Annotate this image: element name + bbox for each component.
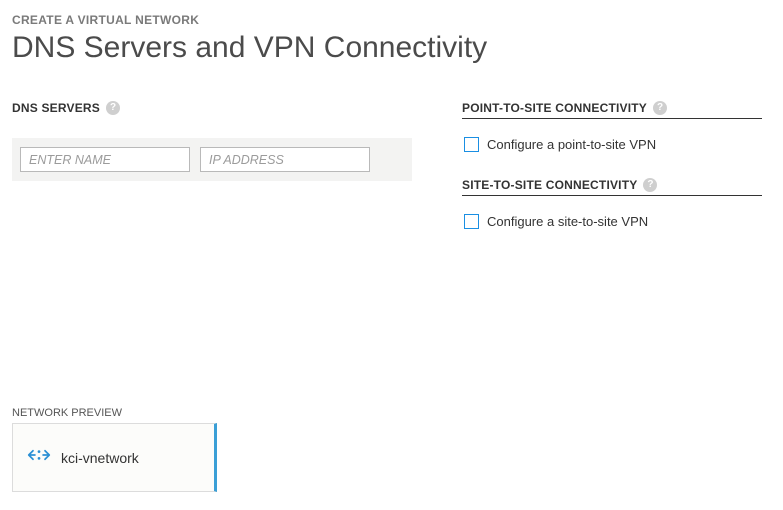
dns-name-input[interactable]: [20, 147, 190, 172]
s2s-section-label: SITE-TO-SITE CONNECTIVITY: [462, 178, 637, 192]
s2s-checkbox[interactable]: [464, 214, 479, 229]
p2s-checkbox-label[interactable]: Configure a point-to-site VPN: [487, 137, 656, 152]
page-title: DNS Servers and VPN Connectivity: [12, 31, 771, 65]
dns-section-header: DNS SERVERS ?: [12, 101, 412, 116]
s2s-check-row[interactable]: Configure a site-to-site VPN: [462, 204, 762, 247]
dns-section-label: DNS SERVERS: [12, 101, 100, 115]
help-icon[interactable]: ?: [643, 178, 657, 192]
network-icon: [27, 446, 51, 469]
p2s-check-row[interactable]: Configure a point-to-site VPN: [462, 127, 762, 170]
help-icon[interactable]: ?: [106, 101, 120, 115]
preview-label: NETWORK PREVIEW: [12, 407, 412, 419]
p2s-section-label: POINT-TO-SITE CONNECTIVITY: [462, 101, 647, 115]
breadcrumb: CREATE A VIRTUAL NETWORK: [12, 13, 771, 27]
p2s-section-header: POINT-TO-SITE CONNECTIVITY ?: [462, 101, 762, 119]
connectivity-column: POINT-TO-SITE CONNECTIVITY ? Configure a…: [462, 101, 762, 247]
p2s-checkbox[interactable]: [464, 137, 479, 152]
network-preview: NETWORK PREVIEW kci-vnetwork: [12, 407, 412, 492]
s2s-checkbox-label[interactable]: Configure a site-to-site VPN: [487, 214, 648, 229]
help-icon[interactable]: ?: [653, 101, 667, 115]
s2s-section-header: SITE-TO-SITE CONNECTIVITY ?: [462, 178, 762, 196]
dns-ip-input[interactable]: [200, 147, 370, 172]
dns-servers-column: DNS SERVERS ?: [12, 101, 412, 247]
network-preview-card[interactable]: kci-vnetwork: [12, 423, 217, 492]
dns-input-row: [12, 138, 412, 181]
network-name: kci-vnetwork: [61, 450, 139, 466]
